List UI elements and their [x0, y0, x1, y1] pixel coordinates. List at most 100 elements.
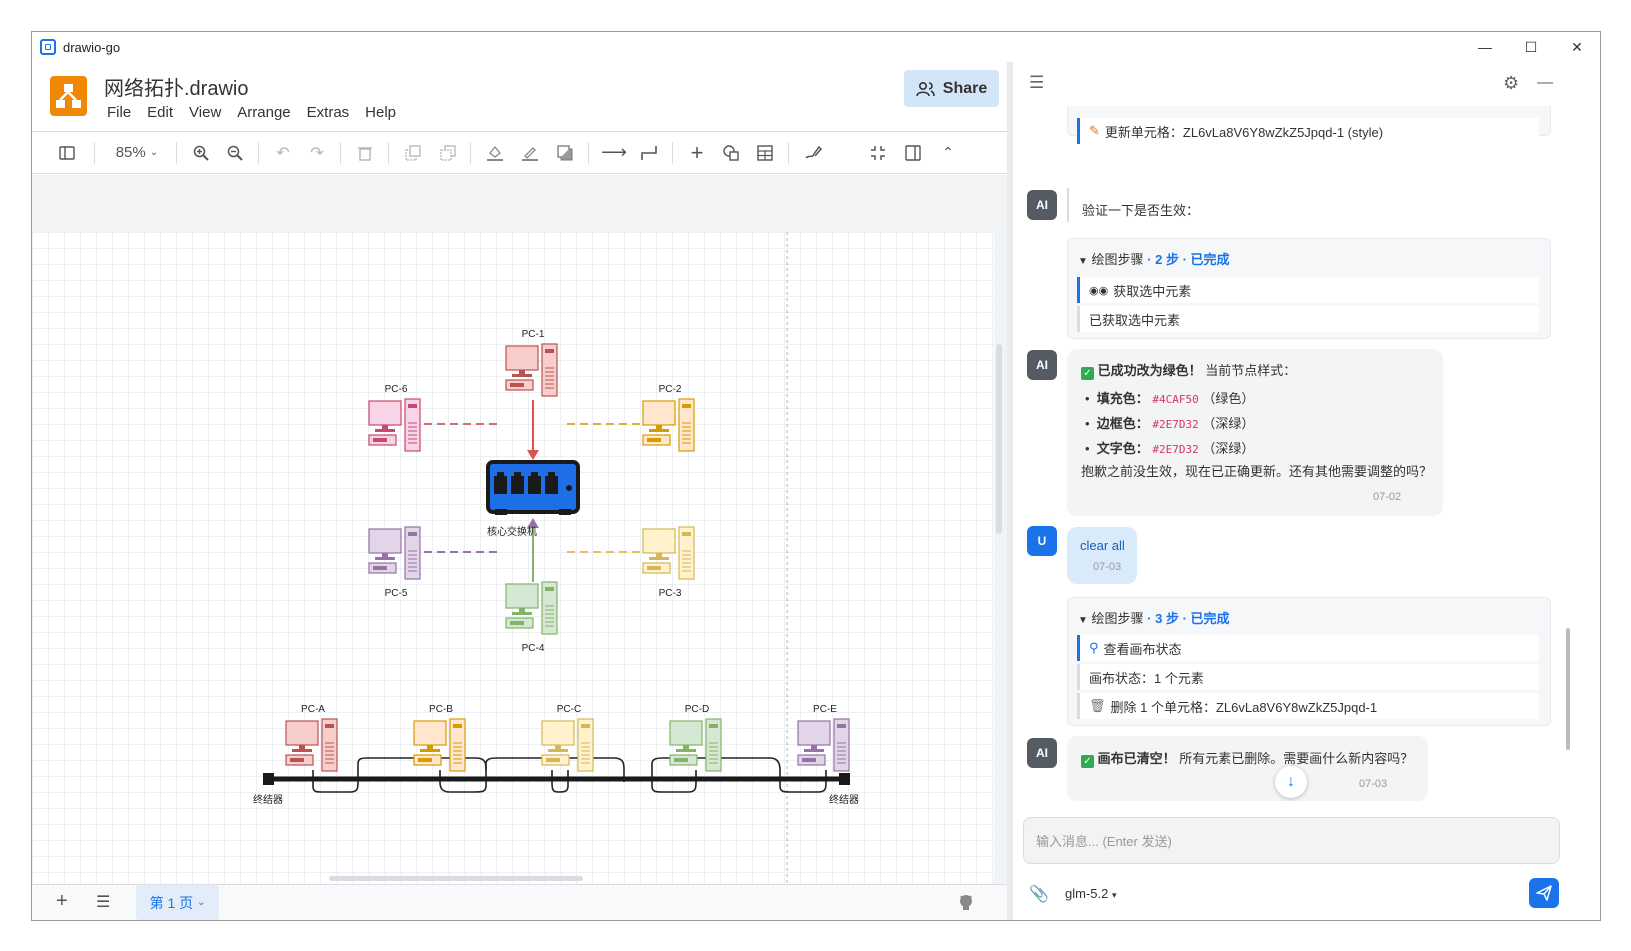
core-switch[interactable]	[486, 460, 580, 515]
eyes-icon: ◉◉	[1089, 284, 1109, 297]
user-message: clear all 07-03	[1067, 527, 1137, 584]
waypoints-icon[interactable]	[638, 132, 660, 173]
zoom-out-icon[interactable]	[224, 132, 246, 173]
steps-header-2[interactable]: ▼ 绘图步骤 · 3 步 · 已完成	[1078, 608, 1230, 627]
menu-file[interactable]: File	[107, 104, 139, 121]
send-button[interactable]	[1529, 878, 1559, 908]
pc-6-label: PC-6	[385, 384, 408, 395]
pc-1[interactable]	[505, 343, 558, 397]
attach-icon[interactable]: 📎	[1029, 884, 1049, 904]
vertical-scrollbar[interactable]	[996, 344, 1002, 534]
composer-controls: 📎 glm-5.2 ▾	[1013, 874, 1600, 914]
share-label: Share	[942, 79, 988, 97]
pc-a-label: PC-A	[301, 704, 325, 715]
step-item: 🗑 删除 1 个单元格：ZL6vLa8V6Y8wZkZ5Jpqd-1	[1077, 693, 1539, 719]
shapes-icon[interactable]	[720, 132, 742, 173]
to-back-icon[interactable]	[437, 132, 459, 173]
app-icon	[40, 39, 56, 55]
freehand-icon[interactable]	[802, 132, 824, 173]
canvas-top-margin	[32, 175, 1007, 204]
user-avatar: U	[1027, 526, 1057, 556]
drawio-app: 网络拓扑.drawio File Edit View Arrange Extra…	[32, 62, 1022, 920]
page-tab[interactable]: 第 1 页 ⌄	[136, 885, 219, 920]
pc-4-label: PC-4	[522, 643, 545, 654]
pc-a[interactable]	[285, 718, 338, 772]
redo-icon[interactable]: ↷	[306, 132, 328, 173]
zoom-select[interactable]: 85% ⌄	[108, 132, 166, 173]
file-name[interactable]: 网络拓扑.drawio	[104, 72, 248, 101]
maximize-button[interactable]: ☐	[1508, 32, 1554, 62]
drawio-logo	[50, 76, 87, 116]
line-color-icon[interactable]	[519, 132, 541, 173]
zoom-in-icon[interactable]	[190, 132, 212, 173]
menu-edit[interactable]: Edit	[147, 104, 181, 121]
collapse-icon[interactable]: ⌃	[937, 132, 959, 173]
pc-4[interactable]	[505, 581, 558, 635]
page-bar: + ☰ 第 1 页 ⌄	[32, 884, 1007, 920]
pencil-icon: ✎	[1089, 123, 1100, 138]
pc-2[interactable]	[642, 398, 695, 452]
pc-b-label: PC-B	[429, 704, 453, 715]
pc-3[interactable]	[642, 526, 695, 580]
menu-help[interactable]: Help	[365, 104, 404, 121]
diagram-page[interactable]: 核心交换机 PC-1 PC-2 PC-3 PC-4 PC-5 PC-6 终结器 …	[32, 232, 994, 884]
trash-icon: 🗑	[1089, 698, 1106, 713]
share-button[interactable]: Share	[904, 70, 999, 107]
step-item: ⚲ 查看画布状态	[1077, 635, 1539, 661]
menu-view[interactable]: View	[189, 104, 229, 121]
pc-5-label: PC-5	[385, 588, 408, 599]
github-icon[interactable]	[957, 893, 975, 916]
delete-icon[interactable]	[354, 132, 376, 173]
ai-avatar: AI	[1027, 190, 1057, 220]
model-select[interactable]: glm-5.2 ▾	[1065, 886, 1117, 901]
pc-5[interactable]	[368, 526, 421, 580]
add-page-icon[interactable]: +	[56, 890, 68, 913]
ai-message-clear: ✓ 画布已清空！ 所有元素已删除。需要画什么新内容吗？ 07-03	[1067, 736, 1428, 801]
close-button[interactable]: ✕	[1554, 32, 1600, 62]
horizontal-scrollbar[interactable]	[329, 876, 583, 881]
scroll-down-button[interactable]: ↓	[1275, 766, 1307, 798]
chat-menu-icon[interactable]: ☰	[1029, 73, 1044, 93]
step-item: ◉◉ 获取选中元素	[1077, 277, 1539, 303]
pc-e[interactable]	[797, 718, 850, 772]
pc-d[interactable]	[669, 718, 722, 772]
ai-avatar: AI	[1027, 350, 1057, 380]
fill-color-icon[interactable]	[484, 132, 506, 173]
settings-gear-icon[interactable]: ⚙	[1503, 73, 1519, 94]
pc-1-label: PC-1	[522, 329, 545, 340]
ai-message-success: ✓ 已成功改为绿色！ 当前节点样式： • 填充色： #4CAF50 （绿色） •…	[1067, 349, 1443, 516]
chat-scrollbar[interactable]	[1566, 628, 1570, 750]
send-icon	[1536, 885, 1552, 901]
steps-header-1[interactable]: ▼ 绘图步骤 · 2 步 · 已完成	[1078, 249, 1230, 268]
minimize-panel-icon[interactable]: —	[1537, 74, 1553, 92]
users-icon	[915, 81, 935, 96]
step-item: ✎ 更新单元格：ZL6vLa8V6Y8wZkZ5Jpqd-1 (style)	[1077, 118, 1539, 144]
insert-icon[interactable]: +	[686, 132, 708, 173]
pc-e-label: PC-E	[813, 704, 837, 715]
pc-6[interactable]	[368, 398, 421, 452]
format-panel-icon[interactable]	[902, 132, 924, 173]
connector-arrow-icon[interactable]: ⟶	[601, 132, 627, 173]
minimize-button[interactable]: —	[1462, 32, 1508, 62]
pages-menu-icon[interactable]: ☰	[96, 892, 110, 912]
canvas-area[interactable]: 核心交换机 PC-1 PC-2 PC-3 PC-4 PC-5 PC-6 终结器 …	[32, 204, 1007, 884]
pc-c[interactable]	[541, 718, 594, 772]
chat-messages[interactable]: ✎ 更新单元格：ZL6vLa8V6Y8wZkZ5Jpqd-1 (style) A…	[1013, 106, 1600, 801]
step-item: 已获取选中元素	[1077, 306, 1539, 332]
window-title: drawio-go	[63, 39, 121, 55]
pc-c-label: PC-C	[557, 704, 581, 715]
menu-arrange[interactable]: Arrange	[237, 104, 298, 121]
sidebar-toggle-icon[interactable]	[56, 132, 78, 173]
message-input[interactable]: 输入消息... (Enter 发送)	[1023, 817, 1560, 864]
shadow-icon[interactable]	[554, 132, 576, 173]
title-bar: drawio-go — ☐ ✕	[32, 32, 1600, 62]
to-front-icon[interactable]	[402, 132, 424, 173]
pc-b[interactable]	[413, 718, 466, 772]
fullscreen-icon[interactable]	[867, 132, 889, 173]
table-icon[interactable]	[754, 132, 776, 173]
pc-2-label: PC-2	[659, 384, 682, 395]
switch-label: 核心交换机	[487, 525, 537, 538]
check-icon: ✓	[1081, 367, 1094, 380]
undo-icon[interactable]: ↶	[272, 132, 294, 173]
menu-extras[interactable]: Extras	[307, 104, 358, 121]
